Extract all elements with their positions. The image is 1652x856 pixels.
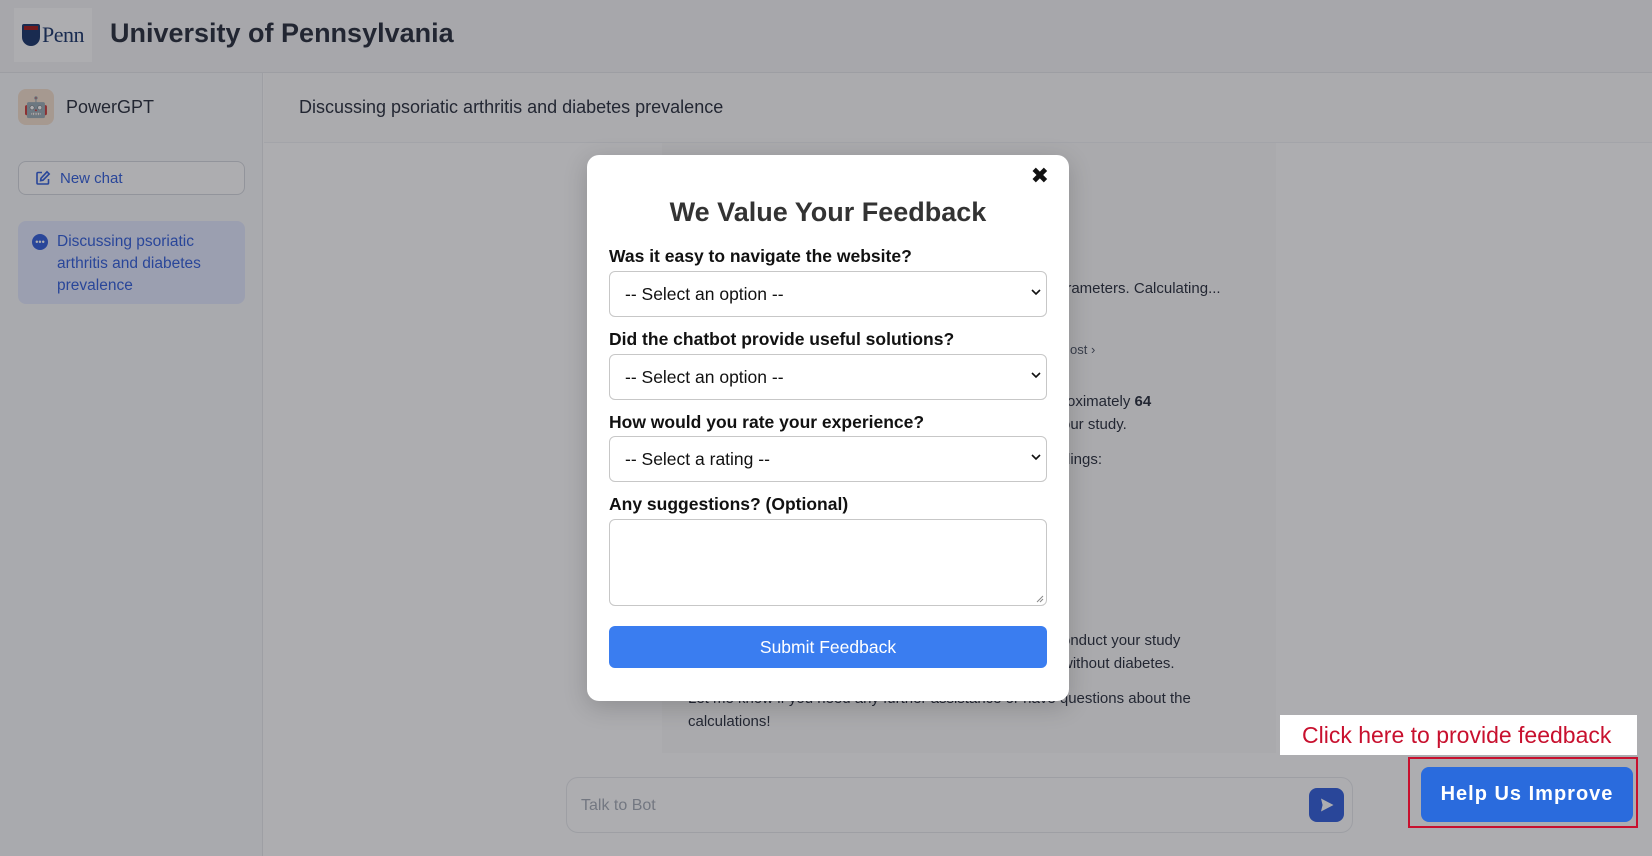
question-solutions-label: Did the chatbot provide useful solutions… [609, 329, 955, 349]
help-us-improve-button[interactable]: Help Us Improve [1421, 767, 1633, 822]
modal-title: We Value Your Feedback [669, 197, 987, 227]
chevron-down-icon [1031, 289, 1041, 296]
question-navigation-label: Was it easy to navigate the website? [609, 246, 912, 266]
rating-select[interactable]: -- Select a rating -- [609, 436, 1047, 482]
question-experience-label: How would you rate your experience? [609, 412, 925, 432]
close-icon[interactable]: ✖ [1031, 165, 1049, 187]
feedback-callout: Click here to provide feedback [1280, 715, 1637, 755]
suggestions-textarea[interactable] [609, 519, 1047, 606]
solutions-select-value: -- Select an option -- [625, 366, 784, 387]
question-suggestions-label: Any suggestions? (Optional) [609, 494, 849, 514]
solutions-select[interactable]: -- Select an option -- [609, 354, 1047, 400]
feedback-modal: ✖ We Value Your Feedback Was it easy to … [587, 155, 1069, 701]
resize-grip-icon[interactable] [1034, 593, 1044, 603]
submit-feedback-button[interactable]: Submit Feedback [609, 626, 1047, 668]
rating-select-value: -- Select a rating -- [625, 448, 770, 469]
navigation-select-value: -- Select an option -- [625, 283, 784, 304]
chevron-down-icon [1031, 372, 1041, 379]
navigation-select[interactable]: -- Select an option -- [609, 271, 1047, 317]
chevron-down-icon [1031, 454, 1041, 461]
